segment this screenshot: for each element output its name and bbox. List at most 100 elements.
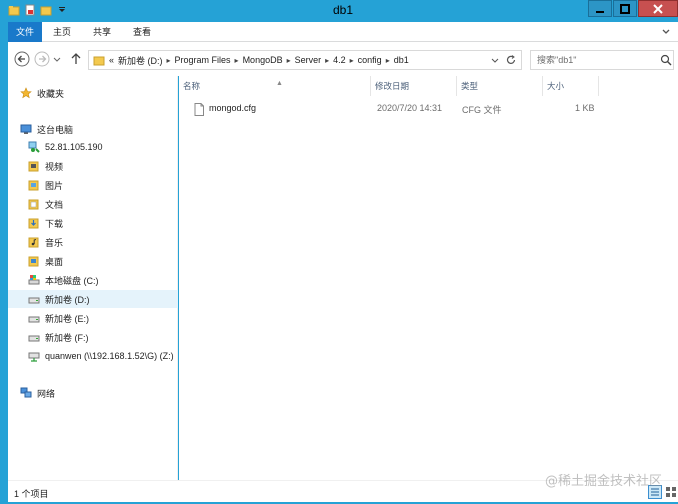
maximize-button[interactable] [613, 0, 637, 17]
sidebar-item-network-location[interactable]: 52.81.105.190 [8, 138, 178, 156]
refresh-icon[interactable] [505, 54, 517, 66]
drive-icon [28, 316, 40, 323]
sidebar-item-downloads[interactable]: 下载 [8, 214, 178, 232]
desktop-folder-icon [28, 256, 39, 267]
column-header-label: 名称 [183, 81, 201, 91]
chevron-down-icon[interactable] [489, 54, 501, 66]
videos-folder-icon [28, 161, 39, 172]
sidebar-item-drive-e[interactable]: 新加卷 (E:) [8, 309, 178, 327]
back-arrow-icon[interactable] [14, 51, 30, 67]
drive-icon [28, 335, 40, 342]
file-type: CFG 文件 [462, 105, 502, 115]
sidebar-item-desktop[interactable]: 桌面 [8, 252, 178, 270]
downloads-folder-icon [28, 218, 39, 229]
chevron-down-icon[interactable] [660, 26, 672, 38]
file-name: mongod.cfg [209, 103, 257, 113]
file-date: 2020/7/20 14:31 [377, 103, 443, 113]
sidebar-item-pictures[interactable]: 图片 [8, 176, 178, 194]
drive-icon [28, 297, 40, 304]
file-row[interactable]: mongod.cfg 2020/7/20 14:31 CFG 文件 1 KB [179, 100, 599, 120]
maximize-icon [620, 3, 630, 14]
tab-file[interactable]: 文件 [8, 22, 42, 42]
column-header-size[interactable]: 大小 [543, 76, 599, 96]
tab-share[interactable]: 共享 [84, 22, 120, 42]
file-list-pane: 名称 ▲ 修改日期 类型 大小 mongod.cfg 2020/7/20 14:… [179, 76, 678, 480]
sidebar-item-drive-d[interactable]: 新加卷 (D:) [8, 290, 178, 308]
sidebar-item-this-pc[interactable]: 这台电脑 [8, 120, 178, 138]
sidebar-item-drive-f[interactable]: 新加卷 (F:) [8, 328, 178, 346]
sidebar-item-music[interactable]: 音乐 [8, 233, 178, 251]
breadcrumb-program-files[interactable]: Program Files [175, 55, 231, 65]
column-header-date[interactable]: 修改日期 [371, 76, 457, 96]
breadcrumb-separator[interactable]: ▸ [350, 56, 354, 65]
sidebar-item-label: 收藏夹 [37, 88, 65, 99]
recent-locations-icon[interactable] [52, 51, 62, 67]
star-icon [20, 87, 32, 99]
sidebar-item-documents[interactable]: 文档 [8, 195, 178, 213]
breadcrumb-db1[interactable]: db1 [394, 55, 409, 65]
sidebar-item-label: quanwen (\\192.168.1.52\G) (Z:) [45, 351, 174, 361]
sidebar-item-label: 本地磁盘 (C:) [45, 275, 99, 286]
documents-folder-icon [28, 199, 39, 210]
folder-icon [93, 56, 105, 66]
sort-arrow-icon: ▲ [276, 80, 283, 87]
window-controls [588, 0, 678, 17]
forward-arrow-icon[interactable] [34, 51, 50, 67]
breadcrumb-overflow[interactable]: « [109, 55, 114, 65]
minimize-icon [596, 10, 604, 13]
window-title: db1 [332, 3, 354, 17]
tab-view[interactable]: 查看 [124, 22, 160, 42]
minimize-button[interactable] [588, 0, 612, 17]
navigation-pane: 收藏夹 这台电脑 52.81.105.190 视频 图片 文档 下载 音乐 桌面… [8, 76, 178, 480]
sidebar-item-label: 桌面 [45, 256, 64, 267]
column-header-name[interactable]: 名称 ▲ [179, 76, 371, 96]
breadcrumb-mongodb[interactable]: MongoDB [243, 55, 283, 65]
column-header-type[interactable]: 类型 [457, 76, 543, 96]
sidebar-item-label: 图片 [45, 180, 64, 191]
large-icons-view-icon[interactable] [664, 485, 678, 499]
sidebar-item-label: 52.81.105.190 [45, 142, 103, 152]
search-icon[interactable] [660, 54, 672, 66]
explorer-window: db1 文件 主页 共享 查看 « 新加卷 (D:) ▸ Program Fil… [0, 0, 678, 504]
sidebar-item-drive-c[interactable]: 本地磁盘 (C:) [8, 271, 178, 289]
sidebar-item-network-drive-z[interactable]: quanwen (\\192.168.1.52\G) (Z:) [8, 347, 178, 365]
sidebar-item-videos[interactable]: 视频 [8, 157, 178, 175]
sidebar-item-label: 下载 [45, 218, 64, 229]
sidebar-item-label: 新加卷 (F:) [45, 332, 89, 343]
breadcrumb-separator[interactable]: ▸ [167, 56, 171, 65]
sidebar-item-label: 网络 [37, 388, 56, 399]
sidebar-item-network[interactable]: 网络 [8, 384, 178, 402]
address-bar[interactable]: « 新加卷 (D:) ▸ Program Files ▸ MongoDB ▸ S… [88, 50, 522, 70]
network-location-icon [28, 141, 40, 153]
breadcrumb-separator[interactable]: ▸ [325, 56, 329, 65]
breadcrumb-separator[interactable]: ▸ [235, 56, 239, 65]
sidebar-item-label: 音乐 [45, 237, 64, 248]
sidebar-item-favorites[interactable]: 收藏夹 [8, 84, 178, 102]
navigation-bar: « 新加卷 (D:) ▸ Program Files ▸ MongoDB ▸ S… [8, 42, 678, 76]
file-size: 1 KB [575, 103, 595, 113]
item-count: 1 个项目 [14, 489, 49, 499]
network-icon [20, 387, 32, 398]
pictures-folder-icon [28, 180, 39, 191]
watermark: @稀土掘金技术社区 [544, 474, 662, 489]
sidebar-item-label: 文档 [45, 199, 64, 210]
sidebar-item-label: 这台电脑 [37, 124, 74, 135]
close-icon [653, 3, 663, 14]
network-drive-icon [28, 352, 40, 362]
breadcrumb-drive[interactable]: 新加卷 (D:) [118, 54, 163, 67]
system-drive-icon [28, 275, 40, 285]
breadcrumb-separator[interactable]: ▸ [287, 56, 291, 65]
breadcrumb-config[interactable]: config [358, 55, 382, 65]
breadcrumb-separator[interactable]: ▸ [386, 56, 390, 65]
ribbon-tabs: 文件 主页 共享 查看 [8, 22, 678, 42]
search-input[interactable]: 搜索"db1" [530, 50, 674, 70]
music-folder-icon [28, 237, 39, 248]
sidebar-item-label: 视频 [45, 161, 64, 172]
title-bar: db1 [4, 0, 678, 22]
up-arrow-icon[interactable] [68, 51, 84, 67]
sidebar-item-label: 新加卷 (D:) [45, 294, 90, 305]
breadcrumb-version[interactable]: 4.2 [333, 55, 346, 65]
tab-home[interactable]: 主页 [44, 22, 80, 42]
breadcrumb-server[interactable]: Server [295, 55, 322, 65]
close-button[interactable] [638, 0, 678, 17]
